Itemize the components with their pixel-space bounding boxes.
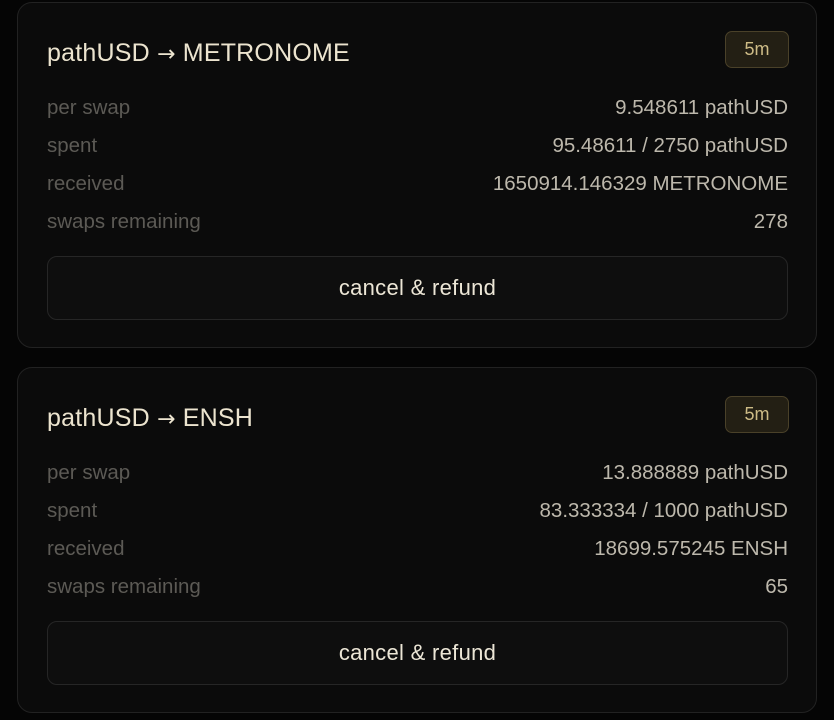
from-token: pathUSD [47, 404, 150, 432]
detail-label: swaps remaining [47, 210, 201, 233]
order-card: pathUSD → METRONOME 5m per swap 9.548611… [17, 2, 817, 348]
order-details: per swap 13.888889 pathUSD spent 83.3333… [47, 454, 788, 606]
detail-row-swaps-remaining: swaps remaining 278 [47, 203, 788, 241]
arrow-right-icon: → [157, 42, 176, 67]
from-token: pathUSD [47, 39, 150, 67]
detail-label: per swap [47, 96, 131, 119]
detail-value: 1650914.146329 METRONOME [492, 172, 788, 195]
detail-label: spent [47, 499, 98, 522]
detail-row-per-swap: per swap 9.548611 pathUSD [47, 89, 788, 127]
to-token: METRONOME [182, 39, 350, 67]
detail-value: 83.333334 / 1000 pathUSD [539, 499, 788, 522]
cancel-refund-button[interactable]: cancel & refund [47, 256, 788, 320]
detail-value: 9.548611 pathUSD [615, 96, 788, 119]
detail-value: 65 [765, 575, 788, 598]
detail-value: 18699.575245 ENSH [594, 537, 788, 560]
arrow-right-icon: → [157, 407, 176, 432]
detail-label: spent [47, 134, 98, 157]
interval-badge: 5m [725, 396, 789, 433]
detail-value: 13.888889 pathUSD [602, 461, 788, 484]
interval-badge: 5m [725, 31, 789, 68]
detail-row-received: received 18699.575245 ENSH [47, 530, 788, 568]
detail-row-per-swap: per swap 13.888889 pathUSD [47, 454, 788, 492]
detail-row-swaps-remaining: swaps remaining 65 [47, 568, 788, 606]
order-details: per swap 9.548611 pathUSD spent 95.48611… [47, 89, 788, 241]
to-token: ENSH [182, 404, 254, 432]
order-title: pathUSD → ENSH [47, 404, 253, 433]
cancel-refund-button[interactable]: cancel & refund [47, 621, 788, 685]
detail-row-spent: spent 95.48611 / 2750 pathUSD [47, 127, 788, 165]
order-card: pathUSD → ENSH 5m per swap 13.888889 pat… [17, 367, 817, 713]
detail-row-received: received 1650914.146329 METRONOME [47, 165, 788, 203]
detail-value: 278 [753, 210, 788, 233]
detail-row-spent: spent 83.333334 / 1000 pathUSD [47, 492, 788, 530]
detail-label: received [47, 537, 125, 560]
detail-label: per swap [47, 461, 131, 484]
detail-value: 95.48611 / 2750 pathUSD [552, 134, 788, 157]
detail-label: swaps remaining [47, 575, 201, 598]
detail-label: received [47, 172, 125, 195]
order-title: pathUSD → METRONOME [47, 39, 350, 68]
